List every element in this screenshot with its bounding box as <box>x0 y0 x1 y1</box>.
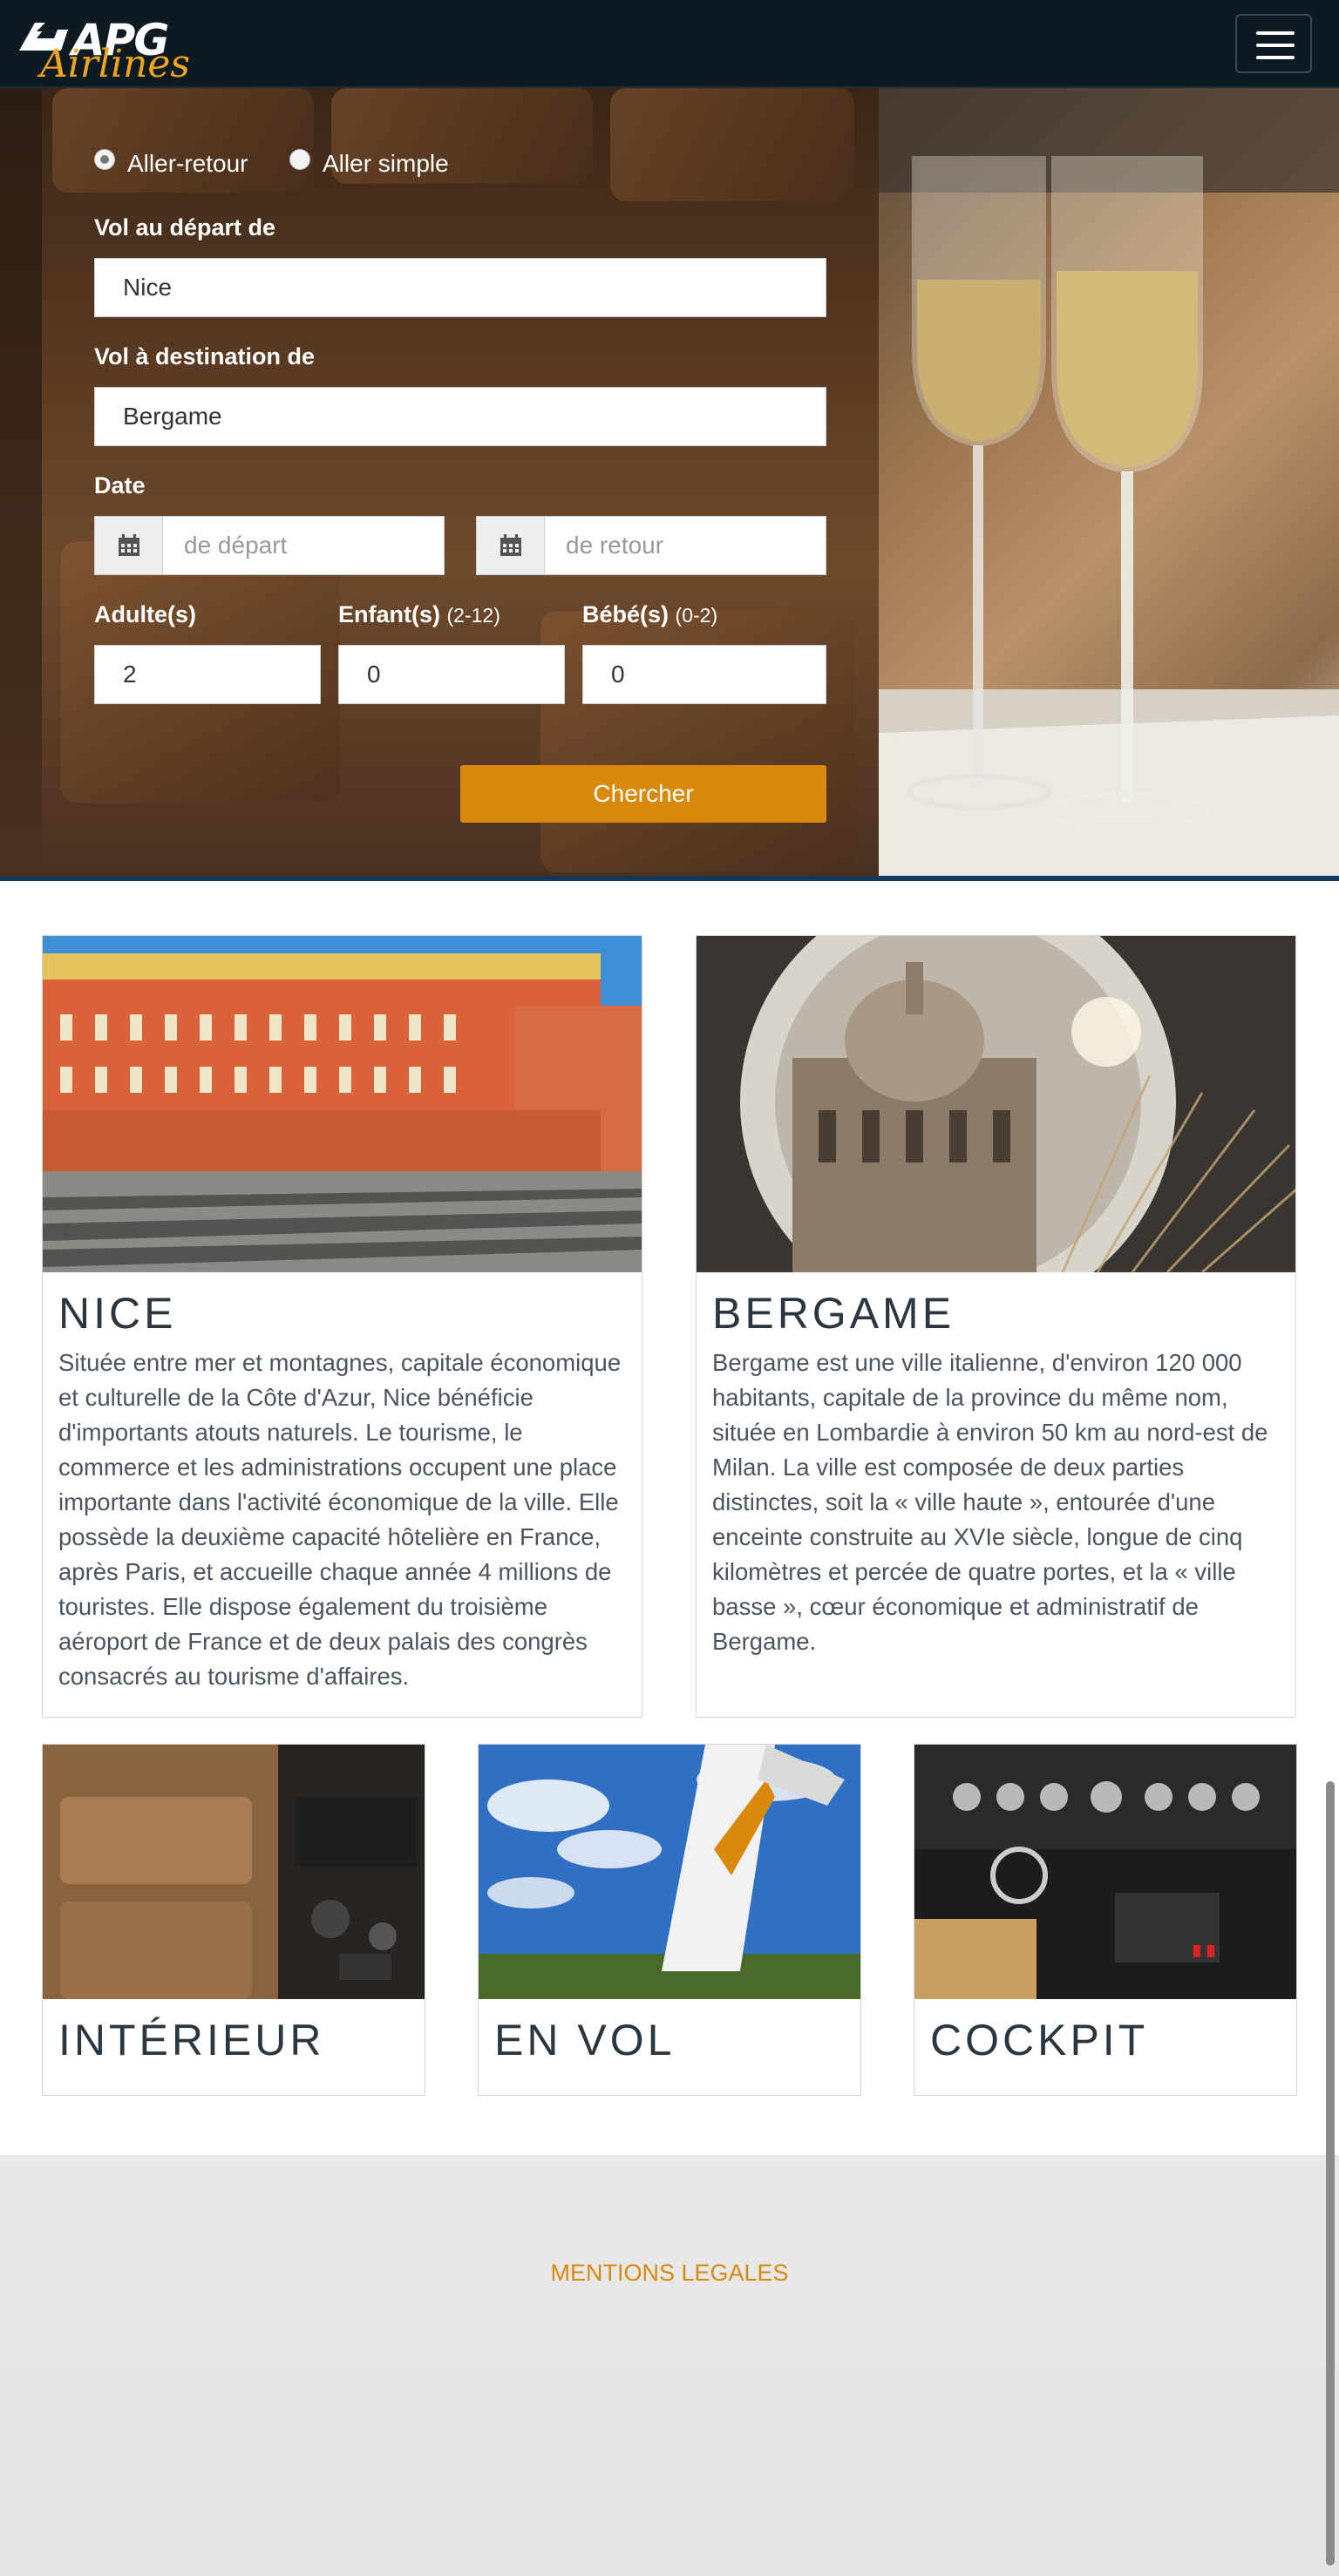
radio-round-trip[interactable]: Aller-retour <box>94 146 248 181</box>
gallery-title-en-vol: EN VOL <box>494 2016 676 2064</box>
children-label: Enfant(s) (2-12) <box>338 601 500 627</box>
cockpit-image <box>914 1745 1296 1999</box>
trip-type-selector: Aller-retour Aller simple <box>94 146 530 181</box>
gallery-card-en-vol[interactable]: EN VOL <box>478 1744 861 2096</box>
children-input[interactable]: 0 <box>338 645 565 704</box>
adults-label: Adulte(s) <box>94 601 196 627</box>
champagne-glasses-image <box>879 88 1339 876</box>
date-label: Date <box>94 472 146 498</box>
to-input[interactable]: Bergame <box>94 387 826 446</box>
depart-date-placeholder: de départ <box>184 532 288 559</box>
gallery-title-cockpit: COCKPIT <box>930 2016 1149 2064</box>
destination-title-bergame: BERGAME <box>712 1289 955 1338</box>
hamburger-menu-button[interactable] <box>1235 14 1312 73</box>
bergame-cathedral-image <box>697 936 1295 1272</box>
nice-place-massena-image <box>43 936 642 1272</box>
depart-date-input[interactable]: de départ <box>94 516 445 575</box>
to-label: Vol à destination de <box>94 343 316 369</box>
destination-title-nice: NICE <box>58 1289 177 1338</box>
adults-input[interactable]: 2 <box>94 645 321 704</box>
babies-label: Bébé(s) (0-2) <box>582 601 718 627</box>
radio-one-way-label: Aller simple <box>323 150 449 177</box>
footer: MENTIONS LEGALES <box>0 2155 1339 2369</box>
destination-card-nice[interactable]: NICE Située entre mer et montagnes, capi… <box>42 935 642 1718</box>
gallery-title-interieur: INTÉRIEUR <box>58 2016 325 2064</box>
hero-section <box>0 88 1339 881</box>
destination-text-nice: Située entre mer et montagnes, capitale … <box>58 1349 622 1690</box>
legal-notices-link[interactable]: MENTIONS LEGALES <box>0 2260 1339 2287</box>
babies-input[interactable]: 0 <box>582 645 826 704</box>
champagne-illustration <box>879 88 1339 876</box>
destination-card-bergame[interactable]: BERGAME Bergame est une ville italienne,… <box>696 935 1296 1718</box>
calendar-icon[interactable] <box>95 517 163 574</box>
navbar: APG Airlines <box>0 0 1339 88</box>
return-date-input[interactable]: de retour <box>476 516 826 575</box>
from-label: Vol au départ de <box>94 214 276 241</box>
main-content: NICE Située entre mer et montagnes, capi… <box>0 881 1339 2155</box>
return-date-placeholder: de retour <box>566 532 664 559</box>
radio-unchecked-icon[interactable] <box>289 149 310 170</box>
gallery-card-interieur[interactable]: INTÉRIEUR <box>42 1744 425 2096</box>
logo-airlines-text: Airlines <box>40 42 190 86</box>
hero-background-edge <box>0 88 42 881</box>
apg-airlines-logo[interactable]: APG Airlines <box>19 15 194 86</box>
radio-round-trip-label: Aller-retour <box>127 150 248 177</box>
destination-text-bergame: Bergame est une ville italienne, d'envir… <box>712 1349 1268 1655</box>
hamburger-icon <box>1256 31 1295 35</box>
page-scrollbar[interactable] <box>1326 1781 1335 2566</box>
radio-one-way[interactable]: Aller simple <box>289 146 449 181</box>
radio-checked-icon[interactable] <box>94 149 115 170</box>
calendar-icon[interactable] <box>477 517 545 574</box>
interior-image <box>43 1745 425 1999</box>
gallery-card-cockpit[interactable]: COCKPIT <box>914 1744 1297 2096</box>
from-input[interactable]: Nice <box>94 258 826 317</box>
search-button[interactable]: Chercher <box>460 765 826 823</box>
in-flight-image <box>479 1745 860 1999</box>
